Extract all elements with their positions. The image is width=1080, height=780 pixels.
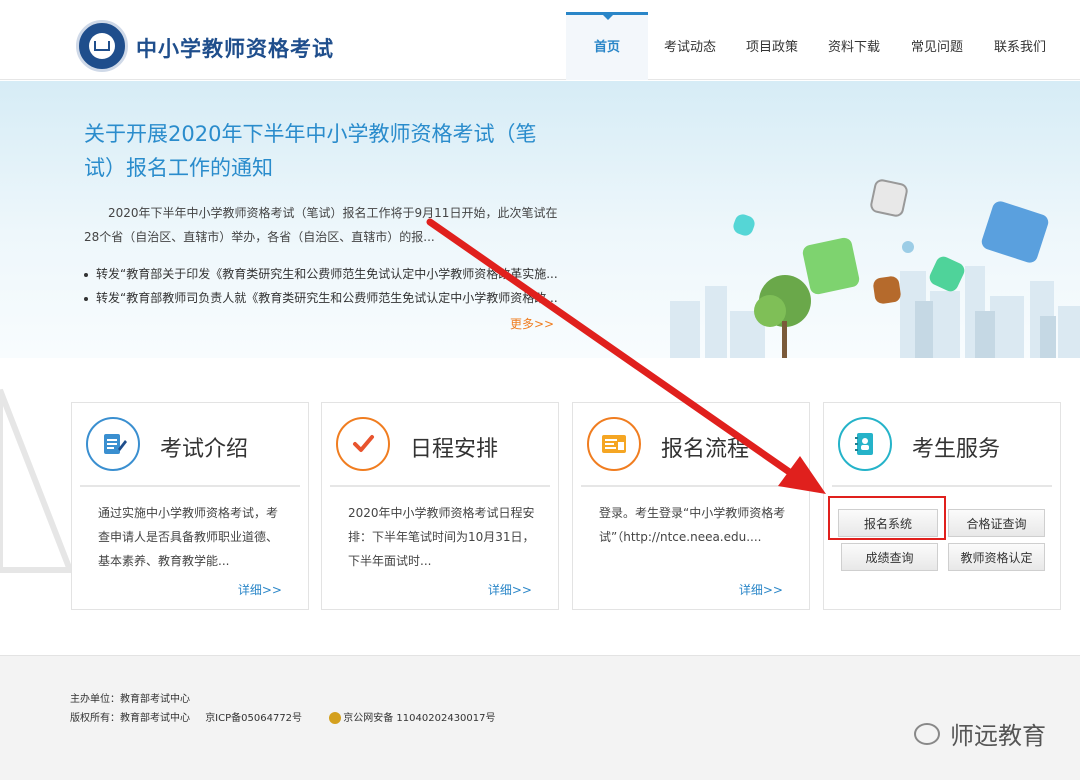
watermark-text: 师远教育 — [950, 722, 1046, 750]
card-registration-process: 报名流程 登录。考生登录“中小学教师资格考试”（http://ntce.neea… — [572, 402, 810, 610]
certificate-query-button[interactable]: 合格证查询 — [948, 509, 1045, 537]
background-decoration — [0, 388, 75, 573]
bullet-icon — [84, 296, 88, 301]
footer-police-link[interactable]: 京公网安备 11040202430017号 — [343, 713, 495, 724]
banner-link-text: 转发“教育部教师司负责人就《教育类研究生和公费师范生免试认定中小学教师资格改..… — [96, 291, 558, 305]
bullet-icon — [84, 272, 88, 277]
form-icon — [587, 417, 641, 471]
contact-book-icon — [838, 417, 892, 471]
card-text: 2020年中小学教师资格考试日程安排：下半年笔试时间为10月31日，下半年面试时… — [348, 506, 535, 568]
site-logo[interactable] — [76, 20, 128, 72]
card-title[interactable]: 日程安排 — [410, 431, 498, 463]
card-text: 通过实施中小学教师资格考试，考查申请人是否具备教师职业道德、基本素养、教育教学能… — [98, 506, 279, 568]
nav-item-contact[interactable]: 联系我们 — [978, 12, 1062, 80]
card-more-link[interactable]: 详细>> — [238, 581, 282, 598]
nav-item-exam-news[interactable]: 考试动态 — [648, 12, 732, 80]
main-nav: 首页 考试动态 项目政策 资料下载 常见问题 联系我们 — [566, 12, 1062, 80]
divider — [581, 485, 801, 487]
nav-item-faq[interactable]: 常见问题 — [896, 12, 978, 80]
banner-summary: 2020年下半年中小学教师资格考试（笔试）报名工作将于9月11日开始，此次笔试在… — [84, 206, 558, 244]
watermark: 师远教育 — [914, 716, 1046, 751]
nav-item-policy[interactable]: 项目政策 — [732, 12, 812, 80]
footer-host-label: 主办单位： — [70, 694, 120, 705]
divider — [832, 485, 1052, 487]
banner-link[interactable]: 转发“教育部教师司负责人就《教育类研究生和公费师范生免试认定中小学教师资格改..… — [84, 289, 574, 306]
footer-icp-link[interactable]: 京ICP备05064772号 — [205, 713, 302, 724]
score-query-button[interactable]: 成绩查询 — [841, 543, 938, 571]
footer-copyright: 版权所有：教育部考试中心 京ICP备05064772号 京公网安备 110402… — [70, 709, 508, 724]
site-title[interactable]: 中小学教师资格考试 — [136, 33, 334, 63]
banner-link[interactable]: 转发“教育部关于印发《教育类研究生和公费师范生免试认定中小学教师资格改革实施..… — [84, 265, 574, 282]
hero-banner: 关于开展2020年下半年中小学教师资格考试（笔试）报名工作的通知 2020年下半… — [0, 81, 1080, 358]
logo-emblem — [89, 33, 115, 59]
deco-cube-green — [801, 236, 861, 296]
deco-cube-small — [902, 241, 914, 253]
deco-cube-teal — [731, 212, 757, 238]
book-icon — [94, 41, 110, 51]
card-schedule: 日程安排 2020年中小学教师资格考试日程安排：下半年笔试时间为10月31日，下… — [321, 402, 559, 610]
deco-cube-blue — [979, 199, 1051, 265]
site-header: 中小学教师资格考试 首页 考试动态 项目政策 资料下载 常见问题 联系我们 — [0, 0, 1080, 80]
nav-item-home[interactable]: 首页 — [566, 12, 648, 80]
card-more-link[interactable]: 详细>> — [488, 581, 532, 598]
police-badge-icon — [329, 712, 342, 724]
registration-system-button[interactable]: 报名系统 — [838, 509, 938, 537]
footer-host: 主办单位：教育部考试中心 — [70, 690, 202, 705]
card-text: 登录。考生登录“中小学教师资格考试”（http://ntce.neea.edu.… — [599, 506, 786, 544]
teacher-qualification-button[interactable]: 教师资格认定 — [948, 543, 1045, 571]
card-title[interactable]: 考试介绍 — [160, 431, 248, 463]
nav-item-downloads[interactable]: 资料下载 — [812, 12, 896, 80]
banner-link-text: 转发“教育部关于印发《教育类研究生和公费师范生免试认定中小学教师资格改革实施..… — [96, 267, 558, 281]
banner-more-link[interactable]: 更多>> — [510, 315, 554, 332]
footer-host-value: 教育部考试中心 — [120, 694, 190, 705]
footer-copyright-label: 版权所有： — [70, 713, 120, 724]
card-more-link[interactable]: 详细>> — [739, 581, 783, 598]
wechat-icon — [914, 722, 940, 745]
deco-cube-white — [868, 177, 910, 219]
card-title[interactable]: 报名流程 — [661, 431, 749, 463]
site-footer: 主办单位：教育部考试中心 版权所有：教育部考试中心 京ICP备05064772号… — [0, 655, 1080, 780]
banner-title[interactable]: 关于开展2020年下半年中小学教师资格考试（笔试）报名工作的通知 — [84, 117, 554, 185]
divider — [330, 485, 550, 487]
checkmark-icon — [336, 417, 390, 471]
card-candidate-services: 考生服务 报名系统 合格证查询 成绩查询 教师资格认定 — [823, 402, 1061, 610]
deco-cube-brown — [872, 275, 902, 305]
card-exam-intro: 考试介绍 通过实施中小学教师资格考试，考查申请人是否具备教师职业道德、基本素养、… — [71, 402, 309, 610]
card-title[interactable]: 考生服务 — [912, 431, 1000, 463]
divider — [80, 485, 300, 487]
footer-copyright-value: 教育部考试中心 — [120, 713, 190, 724]
document-icon — [86, 417, 140, 471]
